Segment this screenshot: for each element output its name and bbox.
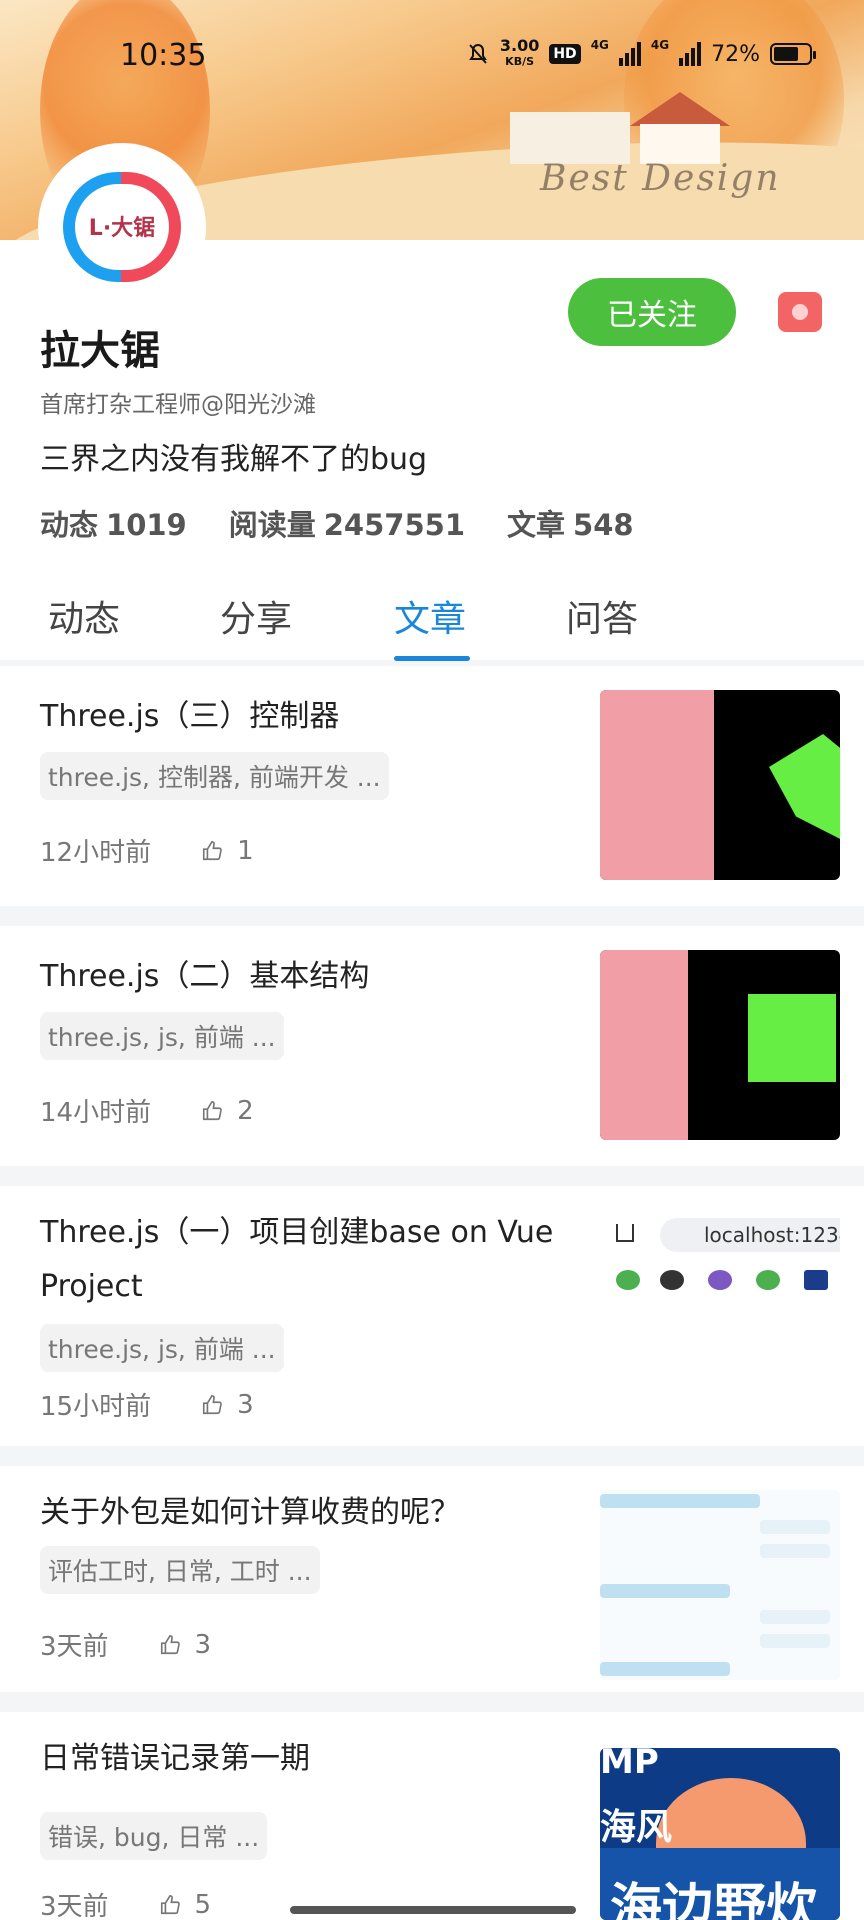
article-thumbnail[interactable]: localhost:1234 (600, 1206, 840, 1396)
stat-posts[interactable]: 动态 1019 (40, 502, 195, 544)
battery-icon (770, 43, 816, 65)
like-count: 1 (237, 835, 254, 866)
article-card[interactable]: Three.js（一）项目创建base on Vue Project three… (0, 1186, 864, 1446)
like-button[interactable]: 5 (159, 1889, 212, 1920)
battery-text: 72% (711, 41, 760, 67)
article-time: 3天前 (40, 1892, 109, 1920)
article-title[interactable]: Three.js（一）项目创建base on Vue Project (40, 1206, 580, 1314)
article-card[interactable]: 关于外包是如何计算收费的呢？ 评估工时, 日常, 工时 ... 3天前 3 (0, 1466, 864, 1692)
article-card[interactable]: 日常错误记录第一期 错误, bug, 日常 ... 3天前 5 MP 海风 海边… (0, 1712, 864, 1920)
avatar-logo: L·大锯 (57, 172, 187, 282)
like-button[interactable]: 3 (201, 1390, 254, 1420)
stat-articles[interactable]: 文章 548 (507, 502, 642, 544)
hd-icon: HD (549, 44, 581, 64)
article-thumbnail[interactable] (600, 690, 840, 880)
thumbs-up-icon (203, 1100, 222, 1120)
article-time: 14小时前 (40, 1098, 152, 1128)
article-meta: 14小时前 2 (40, 1092, 254, 1129)
profile-bio: 三界之内没有我解不了的bug (40, 442, 428, 477)
thumbs-up-icon (203, 840, 222, 860)
article-time: 15小时前 (40, 1392, 152, 1422)
signal-icon (618, 42, 641, 66)
tab-dynamics[interactable]: 动态 (48, 590, 120, 642)
tab-articles[interactable]: 文章 (394, 590, 466, 642)
profile-name: 拉大锯 (40, 328, 160, 374)
article-title[interactable]: 关于外包是如何计算收费的呢？ (40, 1486, 580, 1540)
thumbs-up-icon (160, 1634, 180, 1654)
tab-qa[interactable]: 问答 (566, 590, 638, 642)
bell-muted-icon (468, 43, 487, 64)
tab-share[interactable]: 分享 (220, 590, 292, 642)
profile-stats: 动态 1019 阅读量 2457551 文章 548 (40, 502, 642, 544)
follow-button[interactable]: 已关注 (568, 278, 736, 346)
article-meta: 3天前 3 (40, 1626, 211, 1663)
article-tags: three.js, js, 前端 ... (40, 1012, 284, 1060)
net-type-2: 4G (650, 38, 670, 52)
thumbs-up-icon (203, 1394, 222, 1414)
thumb-url-bar: localhost:1234 (660, 1218, 840, 1252)
article-title[interactable]: 日常错误记录第一期 (40, 1732, 580, 1786)
article-title[interactable]: Three.js（二）基本结构 (40, 950, 580, 1004)
article-card[interactable]: Three.js（二）基本结构 three.js, js, 前端 ... 14小… (0, 926, 864, 1166)
article-time: 3天前 (40, 1632, 109, 1662)
article-tags: 错误, bug, 日常 ... (40, 1812, 268, 1860)
stat-reads[interactable]: 阅读量 2457551 (229, 502, 473, 544)
banner-script-text: Best Design (540, 158, 781, 199)
article-card[interactable]: Three.js（三）控制器 three.js, 控制器, 前端开发 ... 1… (0, 666, 864, 906)
article-thumbnail[interactable] (600, 950, 840, 1140)
avatar[interactable]: L·大锯 (40, 145, 204, 309)
net-speed: 3.00 KB/S (499, 36, 540, 69)
like-count: 3 (194, 1629, 212, 1660)
article-title[interactable]: Three.js（三）控制器 (40, 690, 580, 744)
status-bar: 10:35 3.00 KB/S HD 4G 4G 72% (0, 0, 864, 112)
article-meta: 12小时前 1 (40, 832, 254, 869)
profile-tabs: 动态 分享 文章 问答 (0, 560, 864, 661)
badge-icon (792, 304, 808, 320)
thumbs-up-icon (160, 1894, 180, 1914)
article-thumbnail[interactable] (600, 1490, 840, 1680)
like-button[interactable]: 1 (201, 836, 254, 866)
avatar-text: L·大锯 (88, 216, 156, 241)
status-time: 10:35 (120, 38, 207, 73)
home-icon (616, 1224, 634, 1242)
like-count: 2 (237, 1095, 254, 1126)
signal-icon-2 (679, 42, 702, 66)
article-tags: three.js, 控制器, 前端开发 ... (40, 752, 389, 800)
home-indicator[interactable] (290, 1906, 576, 1914)
badge-button[interactable] (778, 292, 822, 332)
article-time: 12小时前 (40, 838, 152, 868)
article-tags: 评估工时, 日常, 工时 ... (40, 1546, 320, 1594)
like-button[interactable]: 3 (159, 1629, 212, 1660)
profile-title: 首席打杂工程师@阳光沙滩 (40, 392, 316, 418)
article-meta: 3天前 5 (40, 1886, 211, 1920)
like-count: 5 (194, 1889, 212, 1920)
like-count: 3 (237, 1389, 254, 1420)
tab-active-indicator (394, 656, 470, 661)
article-thumbnail[interactable]: MP 海风 海边野炊 (600, 1748, 840, 1920)
like-button[interactable]: 2 (201, 1096, 254, 1126)
net-type-1: 4G (590, 38, 609, 52)
article-tags: three.js, js, 前端 ... (40, 1324, 284, 1372)
article-meta: 15小时前 3 (40, 1386, 254, 1423)
status-icons: 3.00 KB/S HD 4G 4G 72% (466, 36, 816, 70)
